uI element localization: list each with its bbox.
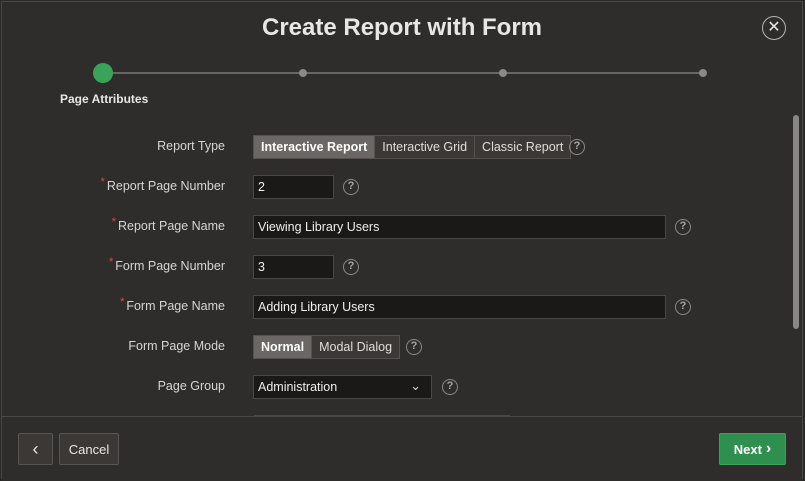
report-page-name-input[interactable]: Viewing Library Users: [253, 215, 666, 239]
chevron-left-icon: ‹: [32, 438, 39, 459]
report-page-name-label: * Report Page Name: [111, 216, 225, 233]
required-marker: *: [108, 256, 114, 268]
wizard-progress-track: [103, 72, 705, 74]
form-page-name-input[interactable]: Adding Library Users: [253, 295, 666, 319]
back-button[interactable]: ‹: [18, 433, 53, 465]
page-group-row: Page Group Administration ⌄ ?: [2, 375, 792, 399]
report-type-option-classic-report[interactable]: Classic Report: [475, 136, 571, 158]
page-group-label: Page Group: [157, 379, 225, 393]
help-icon[interactable]: ?: [406, 339, 422, 355]
report-type-option-interactive-report[interactable]: Interactive Report: [254, 136, 376, 158]
required-marker: *: [111, 216, 116, 228]
help-icon[interactable]: ?: [675, 299, 691, 315]
form-page-mode-option-modal-dialog[interactable]: Modal Dialog: [312, 336, 400, 358]
page-group-select[interactable]: Administration ⌄: [253, 375, 432, 399]
help-icon[interactable]: ?: [675, 219, 691, 235]
next-button[interactable]: Next ›: [719, 433, 786, 465]
wizard-step-4: [699, 69, 707, 77]
report-type-row: Report Type Interactive Report Interacti…: [2, 135, 792, 159]
wizard-step-3: [499, 69, 507, 77]
chevron-right-icon: ›: [765, 440, 772, 457]
help-icon[interactable]: ?: [442, 379, 458, 395]
close-icon[interactable]: ✕: [762, 16, 786, 40]
report-type-option-interactive-grid[interactable]: Interactive Grid: [375, 136, 476, 158]
wizard-step-2: [299, 69, 307, 77]
chevron-down-icon: ⌄: [410, 378, 421, 393]
form-page-number-label: * Form Page Number: [108, 256, 225, 273]
required-marker: *: [120, 296, 125, 308]
dialog-footer: ‹ Cancel Next ›: [2, 416, 802, 481]
required-marker: *: [100, 176, 105, 188]
report-page-number-row: * Report Page Number 2 ?: [2, 175, 792, 199]
help-icon[interactable]: ?: [343, 259, 359, 275]
form-page-mode-option-normal[interactable]: Normal: [254, 336, 313, 358]
next-button-label: Next: [733, 441, 762, 457]
report-type-label: Report Type: [157, 139, 225, 153]
form-page-name-label: * Form Page Name: [120, 296, 225, 313]
form-page-mode-label: Form Page Mode: [128, 339, 225, 353]
form-page-mode-selector[interactable]: Normal Modal Dialog: [253, 335, 401, 359]
report-page-number-input[interactable]: 2: [253, 175, 334, 199]
help-icon[interactable]: ?: [569, 139, 585, 155]
report-page-name-row: * Report Page Name Viewing Library Users …: [2, 215, 792, 239]
report-type-selector[interactable]: Interactive Report Interactive Grid Clas…: [253, 135, 572, 159]
form-page-name-row: * Form Page Name Adding Library Users ?: [2, 295, 792, 319]
page-group-value: Administration: [258, 380, 338, 394]
create-report-dialog: Create Report with Form ✕ Page Attribute…: [1, 1, 803, 481]
help-icon[interactable]: ?: [343, 179, 359, 195]
wizard-step-1: [93, 63, 113, 83]
dialog-title: Create Report with Form: [261, 14, 543, 41]
form-page-mode-row: Form Page Mode Normal Modal Dialog ?: [2, 335, 792, 359]
wizard-step-label: Page Attributes: [60, 92, 149, 106]
scrollbar[interactable]: [793, 115, 799, 329]
report-page-number-label: * Report Page Number: [100, 176, 225, 193]
cancel-button[interactable]: Cancel: [59, 433, 119, 465]
form-page-number-row: * Form Page Number 3 ?: [2, 255, 792, 279]
form-page-number-input[interactable]: 3: [253, 255, 334, 279]
